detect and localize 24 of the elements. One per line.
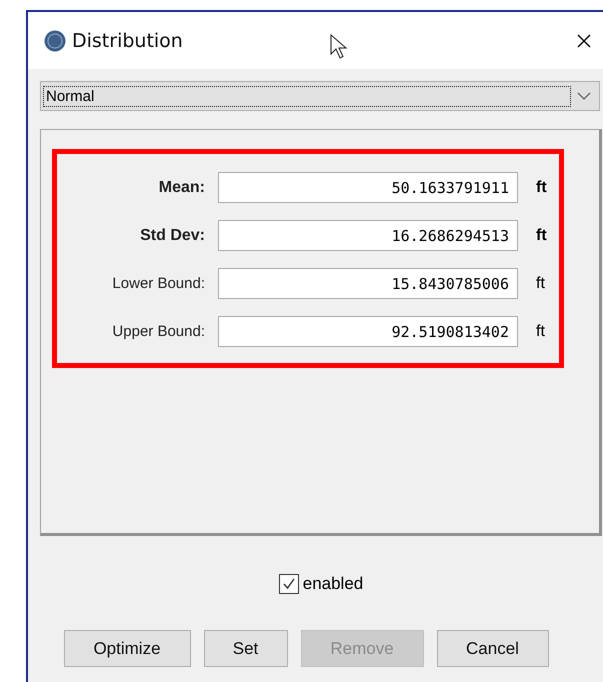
parameter-label: Mean: [158, 178, 205, 196]
number-field[interactable]: 15.8430785006 [218, 268, 518, 299]
dialog-button[interactable]: Optimize [64, 630, 190, 667]
parameter-label: Std Dev: [139, 226, 205, 244]
unit-label: ft [536, 178, 547, 196]
window-title: Distribution [72, 30, 183, 52]
checkmark-icon [280, 576, 297, 592]
app-logo-icon [44, 30, 66, 52]
unit-label: ft [536, 322, 545, 340]
unit-label: ft [536, 226, 547, 244]
unit-label: ft [536, 274, 545, 292]
parameter-label: Lower Bound: [111, 275, 205, 292]
mouse-pointer-icon [330, 34, 350, 60]
dialog-button[interactable]: Set [204, 630, 288, 667]
dropdown-value: Normal [43, 86, 571, 106]
parameter-label: Upper Bound: [111, 323, 205, 340]
enabled-checkbox[interactable]: enabled [278, 574, 364, 594]
dialog-button[interactable]: Cancel [436, 630, 548, 667]
distribution-dropdown[interactable]: Normal [40, 81, 600, 111]
number-field[interactable]: 16.2686294513 [218, 220, 518, 251]
close-icon [576, 32, 592, 48]
number-field[interactable]: 50.1633791911 [218, 172, 518, 203]
number-field[interactable]: 92.5190813402 [218, 316, 518, 347]
chevron-down-icon [577, 91, 591, 101]
